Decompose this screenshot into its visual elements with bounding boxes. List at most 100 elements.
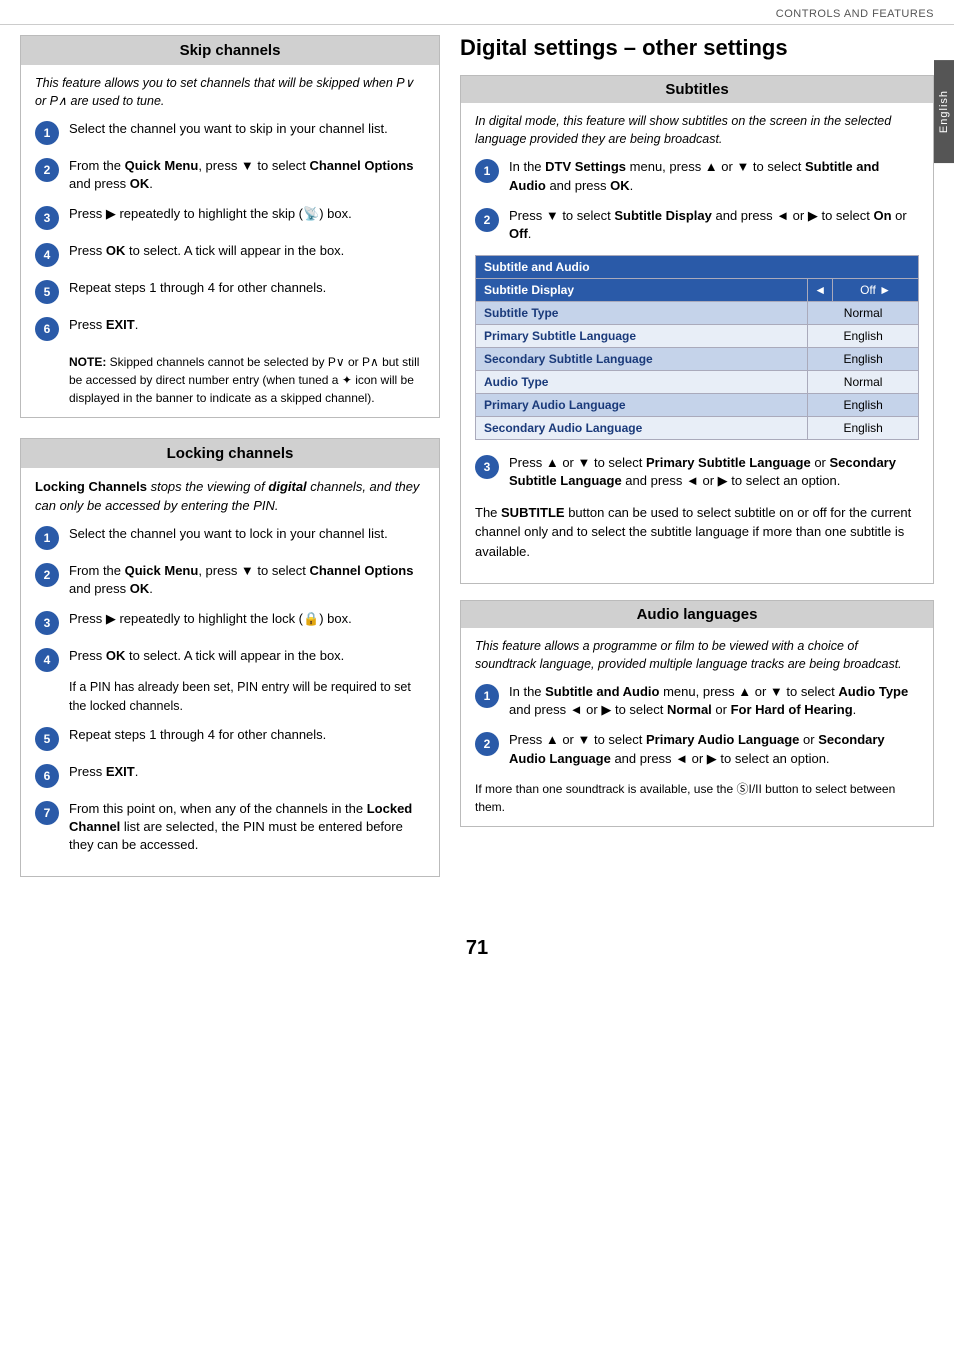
row-val-audio-type: Normal bbox=[808, 371, 919, 394]
subtitles-section: Subtitles In digital mode, this feature … bbox=[460, 75, 934, 584]
audio-step-1-text: In the Subtitle and Audio menu, press ▲ … bbox=[509, 683, 919, 719]
row-label-secondary-subtitle-lang: Secondary Subtitle Language bbox=[476, 348, 808, 371]
lock-step-num-4: 4 bbox=[35, 648, 59, 672]
lock-step-2: 2 From the Quick Menu, press ▼ to select… bbox=[35, 562, 425, 598]
table-header-cell: Subtitle and Audio bbox=[476, 256, 919, 279]
row-val-subtitle-type: Normal bbox=[808, 302, 919, 325]
skip-step-5-text: Repeat steps 1 through 4 for other chann… bbox=[69, 279, 425, 297]
row-label-subtitle-type: Subtitle Type bbox=[476, 302, 808, 325]
skip-step-1-text: Select the channel you want to skip in y… bbox=[69, 120, 425, 138]
audio-step-num-2: 2 bbox=[475, 732, 499, 756]
table-row: Secondary Subtitle Language English bbox=[476, 348, 919, 371]
skip-step-6: 6 Press EXIT. bbox=[35, 316, 425, 341]
lock-step-3: 3 Press ▶ repeatedly to highlight the lo… bbox=[35, 610, 425, 635]
skip-step-6-text: Press EXIT. bbox=[69, 316, 425, 334]
table-row: Subtitle Type Normal bbox=[476, 302, 919, 325]
subtitles-content: In digital mode, this feature will show … bbox=[461, 103, 933, 583]
table-row: Primary Subtitle Language English bbox=[476, 325, 919, 348]
row-label-primary-audio-lang: Primary Audio Language bbox=[476, 394, 808, 417]
lock-step-num-2: 2 bbox=[35, 563, 59, 587]
row-label-primary-subtitle-lang: Primary Subtitle Language bbox=[476, 325, 808, 348]
audio-step-2: 2 Press ▲ or ▼ to select Primary Audio L… bbox=[475, 731, 919, 767]
lock-step-7: 7 From this point on, when any of the ch… bbox=[35, 800, 425, 855]
table-header-row: Subtitle and Audio bbox=[476, 256, 919, 279]
audio-step-2-text: Press ▲ or ▼ to select Primary Audio Lan… bbox=[509, 731, 919, 767]
side-tab: English bbox=[934, 60, 954, 163]
skip-step-5: 5 Repeat steps 1 through 4 for other cha… bbox=[35, 279, 425, 304]
table-row: Subtitle Display ◄ Off ► bbox=[476, 279, 919, 302]
audio-step-num-1: 1 bbox=[475, 684, 499, 708]
skip-channels-content: This feature allows you to set channels … bbox=[21, 65, 439, 417]
lock-step-4-text: Press OK to select. A tick will appear i… bbox=[69, 647, 425, 665]
main-content: Skip channels This feature allows you to… bbox=[0, 25, 954, 917]
top-bar: CONTROLS AND FEATURES bbox=[0, 0, 954, 25]
row-val-subtitle-display: Off ► bbox=[833, 279, 919, 302]
skip-step-3: 3 Press ▶ repeatedly to highlight the sk… bbox=[35, 205, 425, 230]
locking-channels-section: Locking channels Locking Channels stops … bbox=[20, 438, 440, 877]
sub-step-1-text: In the DTV Settings menu, press ▲ or ▼ t… bbox=[509, 158, 919, 194]
row-val-secondary-audio-lang: English bbox=[808, 417, 919, 440]
row-val-secondary-subtitle-lang: English bbox=[808, 348, 919, 371]
step-num-4: 4 bbox=[35, 243, 59, 267]
table-row: Audio Type Normal bbox=[476, 371, 919, 394]
audio-languages-title: Audio languages bbox=[461, 601, 933, 628]
sub-step-2-text: Press ▼ to select Subtitle Display and p… bbox=[509, 207, 919, 243]
left-column: Skip channels This feature allows you to… bbox=[20, 35, 440, 897]
subtitle-audio-table: Subtitle and Audio Subtitle Display ◄ Of… bbox=[475, 255, 919, 440]
lock-step-6-text: Press EXIT. bbox=[69, 763, 425, 781]
skip-channels-intro: This feature allows you to set channels … bbox=[35, 75, 425, 110]
skip-step-3-text: Press ▶ repeatedly to highlight the skip… bbox=[69, 205, 425, 223]
lock-step-num-1: 1 bbox=[35, 526, 59, 550]
locking-channels-content: Locking Channels stops the viewing of di… bbox=[21, 468, 439, 876]
audio-languages-section: Audio languages This feature allows a pr… bbox=[460, 600, 934, 827]
lock-step-num-5: 5 bbox=[35, 727, 59, 751]
subtitle-note-para: The SUBTITLE button can be used to selec… bbox=[475, 503, 919, 562]
sub-step-num-1: 1 bbox=[475, 159, 499, 183]
lock-step-1-text: Select the channel you want to lock in y… bbox=[69, 525, 425, 543]
right-column: Digital settings – other settings Subtit… bbox=[460, 35, 934, 897]
table-row: Primary Audio Language English bbox=[476, 394, 919, 417]
lock-step-2-text: From the Quick Menu, press ▼ to select C… bbox=[69, 562, 425, 598]
skip-step-2: 2 From the Quick Menu, press ▼ to select… bbox=[35, 157, 425, 193]
step-num-1: 1 bbox=[35, 121, 59, 145]
subtitles-intro: In digital mode, this feature will show … bbox=[475, 113, 919, 148]
step-num-6: 6 bbox=[35, 317, 59, 341]
sub-step-num-3: 3 bbox=[475, 455, 499, 479]
step-num-5: 5 bbox=[35, 280, 59, 304]
audio-step-2-note: If more than one soundtrack is available… bbox=[475, 780, 919, 816]
header-title: CONTROLS AND FEATURES bbox=[776, 8, 934, 20]
audio-languages-content: This feature allows a programme or film … bbox=[461, 628, 933, 826]
sub-step-3: 3 Press ▲ or ▼ to select Primary Subtitl… bbox=[475, 454, 919, 490]
row-val-primary-subtitle-lang: English bbox=[808, 325, 919, 348]
step-num-3: 3 bbox=[35, 206, 59, 230]
skip-step-1: 1 Select the channel you want to skip in… bbox=[35, 120, 425, 145]
lock-step-6: 6 Press EXIT. bbox=[35, 763, 425, 788]
audio-languages-intro: This feature allows a programme or film … bbox=[475, 638, 919, 673]
row-val-primary-audio-lang: English bbox=[808, 394, 919, 417]
skip-step-4-text: Press OK to select. A tick will appear i… bbox=[69, 242, 425, 260]
skip-step-2-text: From the Quick Menu, press ▼ to select C… bbox=[69, 157, 425, 193]
table-row: Secondary Audio Language English bbox=[476, 417, 919, 440]
sub-step-1: 1 In the DTV Settings menu, press ▲ or ▼… bbox=[475, 158, 919, 194]
step-num-2: 2 bbox=[35, 158, 59, 182]
skip-channels-title: Skip channels bbox=[21, 36, 439, 65]
skip-channels-section: Skip channels This feature allows you to… bbox=[20, 35, 440, 418]
lock-step-num-6: 6 bbox=[35, 764, 59, 788]
row-label-secondary-audio-lang: Secondary Audio Language bbox=[476, 417, 808, 440]
locking-intro: Locking Channels stops the viewing of di… bbox=[35, 478, 425, 514]
lock-step-5: 5 Repeat steps 1 through 4 for other cha… bbox=[35, 726, 425, 751]
lock-step-1: 1 Select the channel you want to lock in… bbox=[35, 525, 425, 550]
audio-step-1: 1 In the Subtitle and Audio menu, press … bbox=[475, 683, 919, 719]
main-section-title: Digital settings – other settings bbox=[460, 35, 934, 61]
lock-step-4: 4 Press OK to select. A tick will appear… bbox=[35, 647, 425, 672]
row-label-audio-type: Audio Type bbox=[476, 371, 808, 394]
page: CONTROLS AND FEATURES English Skip chann… bbox=[0, 0, 954, 1352]
lock-step-num-7: 7 bbox=[35, 801, 59, 825]
lock-step-5-text: Repeat steps 1 through 4 for other chann… bbox=[69, 726, 425, 744]
page-number: 71 bbox=[0, 937, 954, 980]
skip-step-4: 4 Press OK to select. A tick will appear… bbox=[35, 242, 425, 267]
lock-step-7-text: From this point on, when any of the chan… bbox=[69, 800, 425, 855]
skip-note: NOTE: Skipped channels cannot be selecte… bbox=[35, 353, 425, 407]
lock-step-3-text: Press ▶ repeatedly to highlight the lock… bbox=[69, 610, 425, 628]
locking-channels-title: Locking channels bbox=[21, 439, 439, 468]
